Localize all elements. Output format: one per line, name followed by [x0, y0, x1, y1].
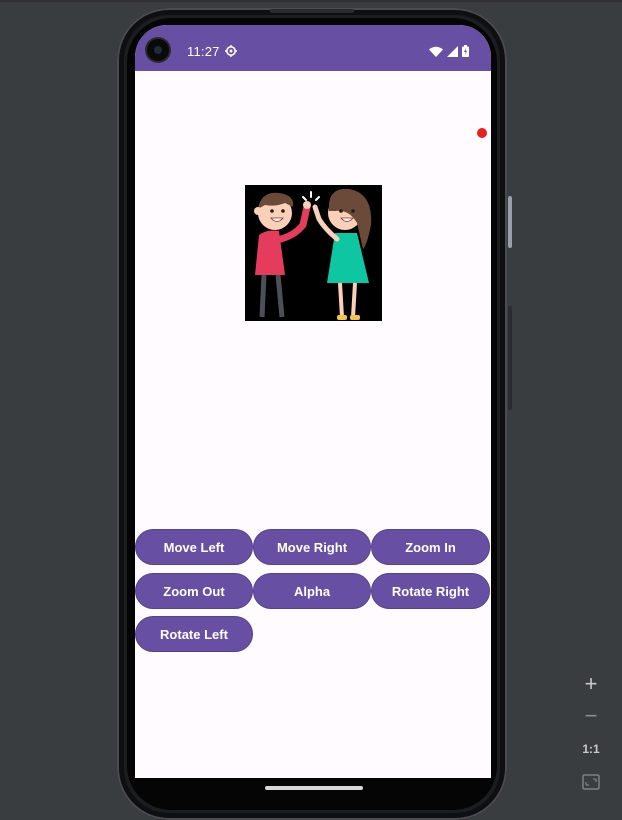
- recording-indicator-dot: [477, 128, 487, 138]
- alpha-button[interactable]: Alpha: [253, 573, 371, 609]
- power-button[interactable]: [508, 196, 512, 248]
- status-bar: 11:27: [135, 25, 491, 71]
- high-five-image: [245, 185, 382, 321]
- settings-icon: [225, 45, 237, 57]
- zoom-in-button[interactable]: Zoom In: [371, 529, 490, 565]
- zoom-out-button[interactable]: Zoom Out: [135, 573, 253, 609]
- battery-icon: [462, 45, 469, 57]
- move-right-button[interactable]: Move Right: [253, 529, 371, 565]
- front-camera: [147, 39, 169, 61]
- rotate-right-button[interactable]: Rotate Right: [371, 573, 490, 609]
- wifi-icon: [429, 46, 443, 57]
- zoom-in-icon[interactable]: +: [581, 672, 601, 696]
- window-top-border: [0, 0, 622, 2]
- move-left-button[interactable]: Move Left: [135, 529, 253, 565]
- fit-screen-icon[interactable]: [582, 774, 600, 790]
- signal-icon: [447, 45, 458, 57]
- zoom-out-icon[interactable]: −: [581, 704, 601, 728]
- volume-button[interactable]: [508, 306, 512, 410]
- gesture-navigation-bar[interactable]: [265, 786, 363, 790]
- device-screen: 11:27 Move Left Move Right Zoom In Zoom …: [135, 25, 491, 778]
- speaker-grill: [270, 9, 354, 13]
- rotate-left-button[interactable]: Rotate Left: [135, 616, 253, 652]
- status-icons: [429, 45, 469, 57]
- status-time: 11:27: [187, 44, 220, 59]
- actual-size-button[interactable]: 1:1: [578, 742, 604, 756]
